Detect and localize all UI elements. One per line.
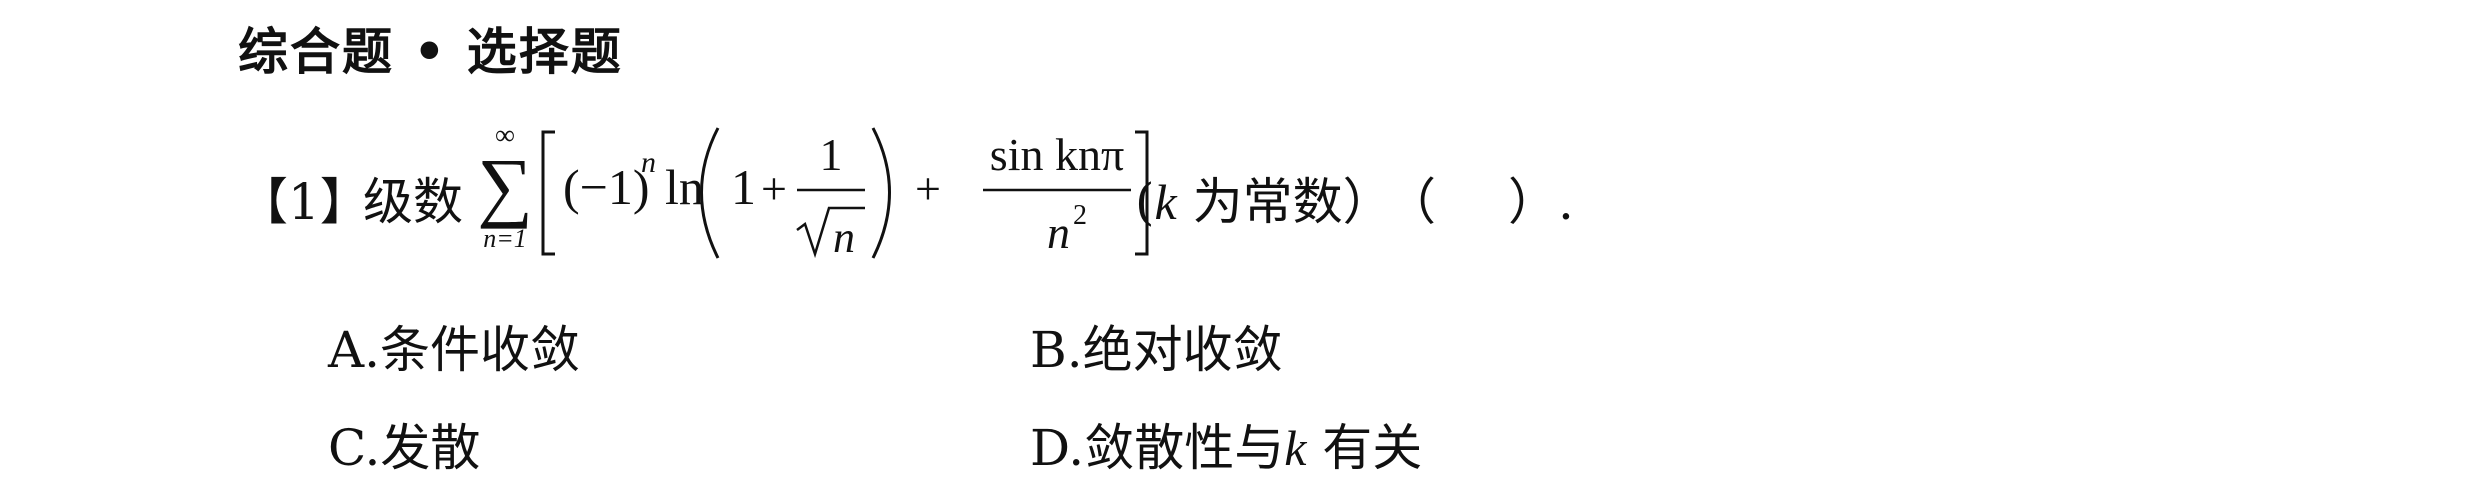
option-d-variable: k — [1284, 420, 1307, 476]
note-open-paren: ( — [1135, 173, 1155, 231]
question-stem: 级数 — [363, 173, 463, 231]
option-d[interactable]: D.敛散性与k 有关 — [1030, 408, 1422, 480]
left-paren — [700, 127, 720, 259]
right-paren — [871, 127, 891, 259]
option-a[interactable]: A.条件收敛 — [328, 310, 580, 382]
term-sign-base: (−1) — [563, 159, 650, 215]
option-b-text: 绝对收敛 — [1082, 321, 1283, 379]
frac2-numerator: sin knπ — [990, 129, 1124, 180]
option-a-letter: A. — [328, 321, 381, 379]
answer-blank-open: （ — [1386, 173, 1436, 231]
term-sign-exp: n — [641, 146, 656, 179]
option-a-text: 条件收敛 — [380, 321, 581, 379]
answer-blank-close: ）. — [1508, 173, 1574, 231]
left-bracket — [541, 130, 555, 256]
question-number: 【1】 — [238, 173, 370, 231]
sum-lower-limit: n=1 — [483, 224, 527, 253]
ln-symbol: ln — [665, 159, 704, 215]
option-c-letter: C. — [328, 419, 381, 477]
sqrt-argument: n — [833, 213, 855, 262]
plus-sign-outer: + — [915, 163, 941, 214]
question-note: (k 为常数） — [1135, 162, 1393, 234]
plus-sign-inner: + — [761, 163, 787, 214]
option-d-letter: D. — [1030, 419, 1085, 477]
question: 【1】 级数 ∞ ∑ n=1 (−1) n ln 1 + 1 n + sin k… — [238, 112, 2038, 272]
option-b[interactable]: B.绝对收敛 — [1030, 310, 1283, 382]
section-title: 综合题 • 选择题 — [238, 23, 623, 81]
option-c[interactable]: C.发散 — [328, 408, 480, 480]
frac2-denominator-base: n — [1047, 207, 1070, 258]
option-b-letter: B. — [1030, 321, 1083, 379]
one-term: 1 — [731, 159, 756, 215]
frac1-numerator: 1 — [820, 129, 843, 180]
note-text: 为常数） — [1176, 173, 1393, 231]
option-d-text-before: 敛散性与 — [1084, 419, 1285, 477]
option-d-text-after: 有关 — [1306, 419, 1423, 477]
option-c-text: 发散 — [380, 419, 481, 477]
note-variable: k — [1154, 174, 1177, 230]
frac2-denominator-exp: 2 — [1073, 200, 1087, 231]
sum-symbol: ∑ — [477, 142, 533, 229]
